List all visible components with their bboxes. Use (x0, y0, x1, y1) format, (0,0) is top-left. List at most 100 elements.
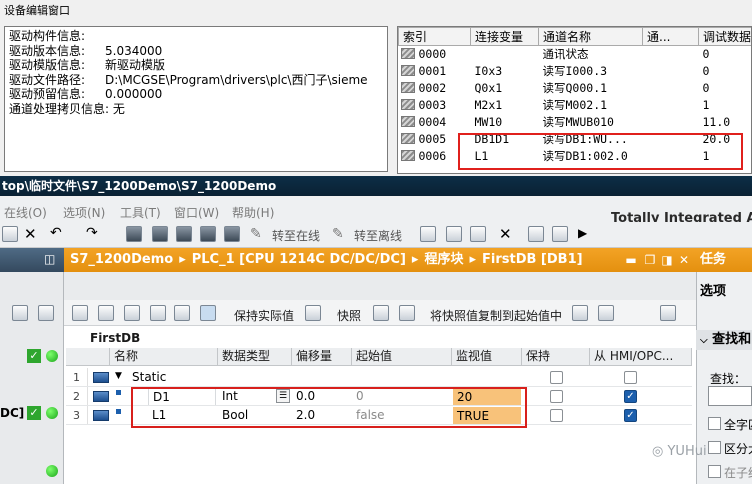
paste-icon[interactable] (2, 226, 18, 242)
accessible-devices-icon[interactable] (420, 226, 436, 242)
pin-icon[interactable]: ◫ (44, 252, 55, 266)
download-icon[interactable] (152, 226, 168, 242)
restore-icon[interactable]: ❐ (643, 253, 657, 267)
breadcrumb-blocks[interactable]: 程序块 (424, 252, 463, 267)
stop-cpu-icon[interactable] (470, 226, 486, 242)
details-icon[interactable] (174, 305, 190, 321)
simulation-icon[interactable] (224, 226, 240, 242)
channel-table[interactable]: 索引 连接变量 通道名称 通... 调试数据 0000 通讯状态 0 0001 I0x3… (397, 26, 752, 174)
close-tools-icon[interactable]: ✕ (499, 225, 512, 243)
col-header-index[interactable]: 索引 (398, 27, 471, 46)
row-name[interactable]: D1 (148, 387, 216, 406)
retain-checkbox[interactable] (550, 409, 563, 422)
col-header-offset[interactable]: 偏移量 (292, 348, 352, 366)
settings-icon[interactable] (660, 305, 676, 321)
col-header-name[interactable]: 名称 (110, 348, 218, 366)
maximize-icon[interactable]: ◨ (660, 253, 674, 267)
channel-row[interactable]: 0000 通讯状态 0 (399, 46, 752, 63)
channel-cell-debug: 0 (702, 47, 710, 62)
col-header-datatype[interactable]: 数据类型 (218, 348, 292, 366)
add-row-icon[interactable] (98, 305, 114, 321)
hmi-checkbox[interactable]: ✓ (624, 409, 637, 422)
menu-options[interactable]: 选项(N) (63, 204, 105, 221)
find-input[interactable] (708, 386, 752, 406)
redo-icon[interactable]: ↷ (86, 225, 98, 241)
row-datatype[interactable]: Bool (218, 406, 292, 425)
col-header-debug-data[interactable]: 调试数据 (698, 27, 751, 46)
retain-checkbox[interactable] (550, 371, 563, 384)
compile-icon[interactable] (126, 226, 142, 242)
tree-icon[interactable] (38, 305, 54, 321)
row-datatype[interactable]: Int (218, 387, 274, 406)
row-divider (66, 424, 692, 425)
channel-row[interactable]: 0004 MW10 读写MWUB010 11.0 (399, 114, 752, 131)
minimize-icon[interactable]: ▬ (624, 253, 638, 267)
whole-word-label: 全字匹 (724, 418, 752, 432)
breadcrumb-project[interactable]: S7_1200Demo (70, 252, 173, 267)
snapshot-button[interactable]: 快照 (337, 307, 361, 324)
col-header-monitor[interactable]: 监视值 (452, 348, 522, 366)
row-name[interactable]: Static (128, 368, 216, 387)
hmi-checkbox[interactable] (624, 371, 637, 384)
go-online-button[interactable]: 转至在线 (272, 227, 320, 244)
go-offline-button[interactable]: 转至离线 (354, 227, 402, 244)
menu-tools[interactable]: 工具(T) (120, 204, 161, 221)
go-offline-icon[interactable]: ✎ (332, 226, 344, 242)
datatype-picker-icon[interactable]: ☰ (276, 389, 290, 403)
find-replace-header[interactable]: ⌵ 查找和 (696, 330, 752, 350)
split-horizontal-icon[interactable] (528, 226, 544, 242)
col-header-channel-name[interactable]: 通道名称 (538, 27, 643, 46)
start-cpu-icon[interactable] (446, 226, 462, 242)
snapshot-monitor-icon[interactable] (373, 305, 389, 321)
menu-window[interactable]: 窗口(W) (174, 204, 219, 221)
breadcrumb-plc[interactable]: PLC_1 [CPU 1214C DC/DC/DC] (192, 252, 406, 267)
upload-icon[interactable] (176, 226, 192, 242)
device-label: DC] (0, 406, 25, 420)
channel-row[interactable]: 0001 I0x3 读写I000.3 0 (399, 63, 752, 80)
reset-start-icon[interactable] (124, 305, 140, 321)
channel-row-icon (400, 99, 415, 110)
col-header-hmi[interactable]: 从 HMI/OPC... (590, 348, 692, 366)
find-label: 查找： (710, 372, 747, 386)
view-icon[interactable] (12, 305, 28, 321)
download-device-icon[interactable] (200, 226, 216, 242)
hmi-checkbox[interactable]: ✓ (624, 390, 637, 403)
sub-structure-checkbox[interactable] (708, 465, 721, 478)
breadcrumb-db[interactable]: FirstDB [DB1] (482, 252, 583, 267)
copy-snapshot-button[interactable]: 将快照值复制到起始值中 (430, 307, 562, 324)
match-case-checkbox[interactable] (708, 441, 721, 454)
retain-checkbox[interactable] (550, 390, 563, 403)
insert-row-icon[interactable] (72, 305, 88, 321)
channel-row[interactable]: 0002 Q0x1 读写Q000.1 0 (399, 80, 752, 97)
close-icon[interactable]: ✕ (677, 253, 691, 267)
channel-cell-ch (643, 148, 699, 165)
undo-icon[interactable]: ↶ (50, 225, 62, 241)
row-start[interactable]: 0 (352, 387, 452, 406)
delete-icon[interactable]: ✕ (24, 225, 37, 243)
task-pane-options[interactable]: 选项 (700, 280, 726, 299)
row-start[interactable]: false (352, 406, 452, 425)
col-header-start[interactable]: 起始值 (352, 348, 452, 366)
channel-row[interactable]: 0006 L1 读写DB1:002.0 1 (399, 148, 752, 165)
col-header-variable[interactable]: 连接变量 (470, 27, 539, 46)
col-header-channel[interactable]: 通... (642, 27, 699, 46)
collapse-icon[interactable]: ▼ (115, 371, 122, 381)
whole-word-checkbox[interactable] (708, 417, 721, 430)
copy-start-icon[interactable] (572, 305, 588, 321)
menu-online[interactable]: 在线(O) (4, 204, 47, 221)
split-vertical-icon[interactable] (552, 226, 568, 242)
snapshot-copy-icon[interactable] (399, 305, 415, 321)
monitor-all-icon[interactable] (200, 305, 216, 321)
channel-row[interactable]: 0003 M2x1 读写M002.1 1 (399, 97, 752, 114)
menu-help[interactable]: 帮助(H) (232, 204, 274, 221)
load-start-icon[interactable] (598, 305, 614, 321)
db-icon[interactable] (305, 305, 321, 321)
toolbar-more-icon[interactable]: ▶ (578, 226, 587, 240)
driver-info-panel[interactable]: 驱动构件信息: 驱动版本信息: 5.034000 驱动模版信息: 新驱动模版 驱动文… (4, 26, 388, 172)
col-header-retain[interactable]: 保持 (522, 348, 590, 366)
channel-row[interactable]: 0005 DB1D1 读写DB1:WU... 20.0 (399, 131, 752, 148)
keep-actual-button[interactable]: 保持实际值 (234, 307, 294, 324)
load-snapshot-icon[interactable] (150, 305, 166, 321)
row-name[interactable]: L1 (148, 406, 216, 425)
go-online-icon[interactable]: ✎ (250, 226, 262, 242)
